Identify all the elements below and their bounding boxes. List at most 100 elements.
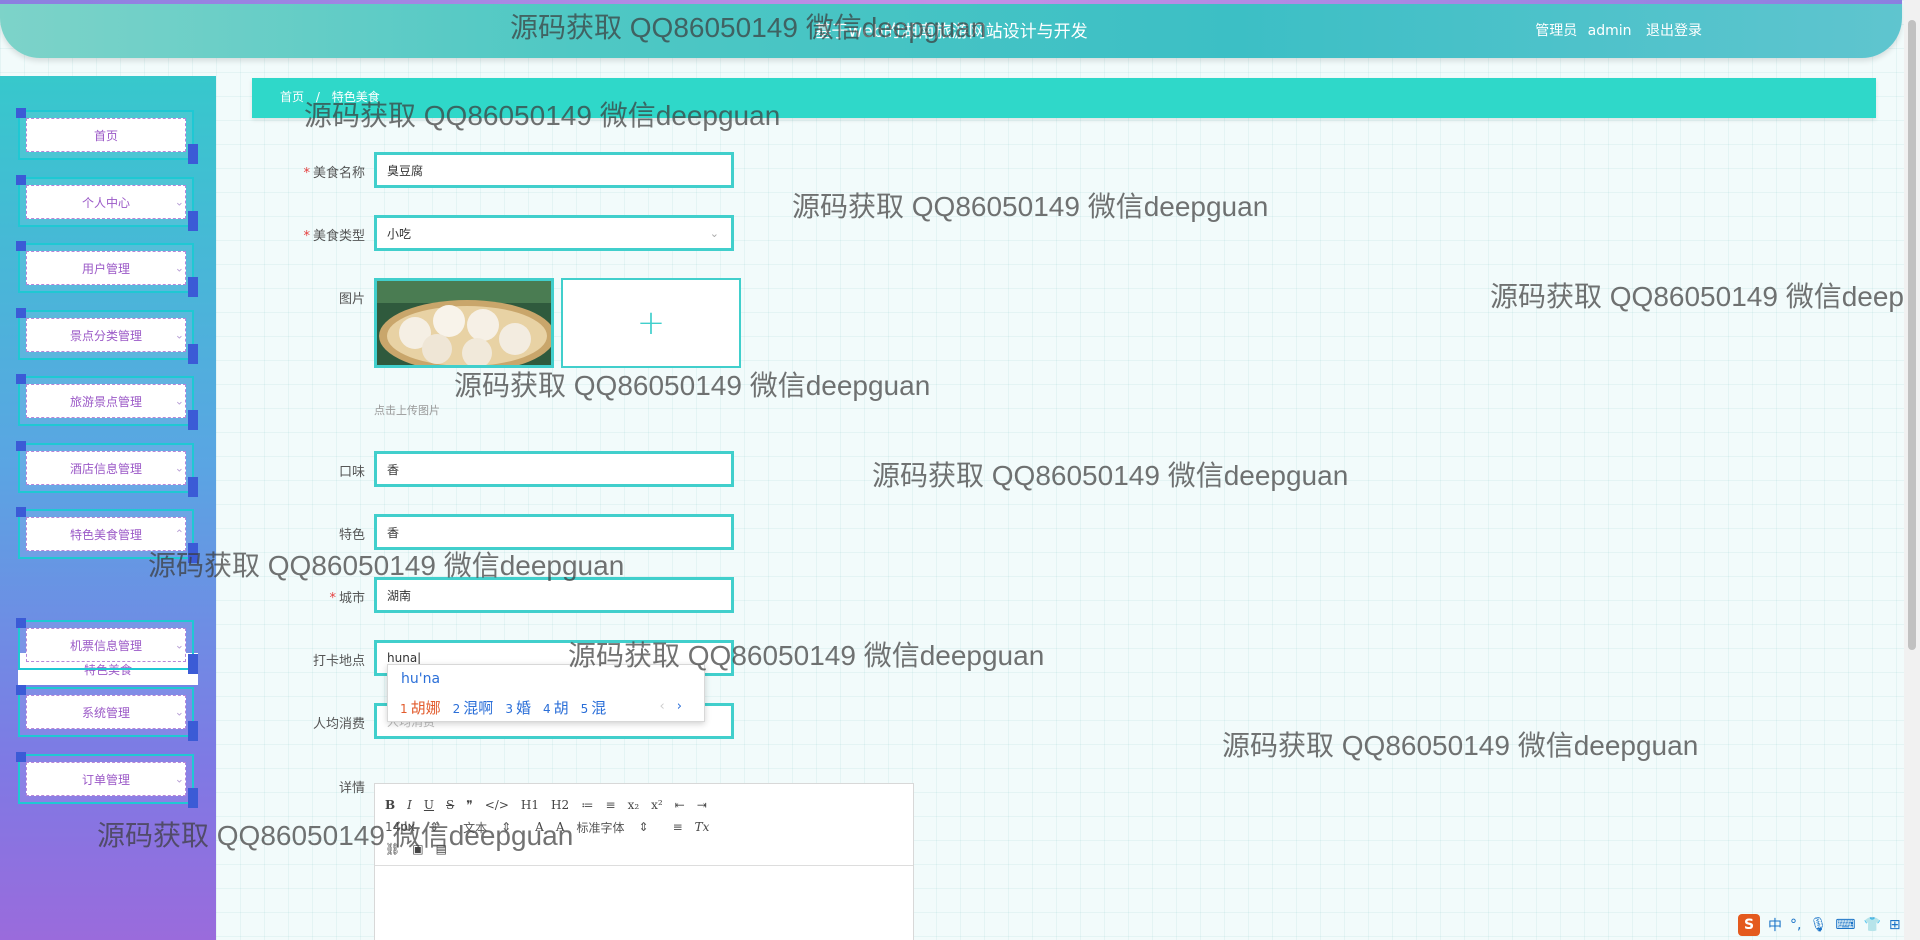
image-icon[interactable]: ▣ xyxy=(412,842,423,856)
sogou-logo-icon[interactable]: S xyxy=(1738,914,1760,936)
sidebar-item-hotels[interactable]: 酒店信息管理 ⌄ xyxy=(16,441,198,497)
video-icon[interactable]: ▤ xyxy=(436,842,447,856)
bg-color-icon[interactable]: A xyxy=(556,820,565,834)
top-header: 基于web的湖南旅游网站设计与开发 管理员 admin 退出登录 xyxy=(0,0,1902,58)
keyboard-icon[interactable]: ⌨ xyxy=(1835,917,1855,933)
ime-pinyin: hu'na xyxy=(401,671,441,687)
ime-candidate[interactable]: 3婚 xyxy=(505,697,531,718)
watermark: 源码获取 QQ86050149 微信deepguan xyxy=(872,460,1349,491)
watermark: 源码获取 QQ86050149 微信deepguan xyxy=(1222,730,1699,761)
sidebar-item-flights[interactable]: 机票信息管理 ⌄ xyxy=(16,618,198,674)
align-button[interactable]: ≡ xyxy=(673,820,683,834)
corner-decoration xyxy=(188,721,198,741)
updown-icon: ⇕ xyxy=(501,820,512,834)
microphone-icon[interactable]: 🎙 xyxy=(1809,917,1827,933)
food-name-label: * 美食名称 xyxy=(303,166,365,181)
ime-next-page[interactable]: › xyxy=(677,699,682,714)
ordered-list-button[interactable]: ≔ xyxy=(581,798,593,812)
ime-candidate[interactable]: 2 混啊 xyxy=(453,697,494,718)
required-mark: * xyxy=(303,166,310,181)
food-type-label: * 美食类型 xyxy=(303,229,365,244)
strike-button[interactable]: S xyxy=(446,798,454,812)
ime-punct[interactable]: °, xyxy=(1790,917,1801,933)
header-select[interactable]: 文本 ⇕ xyxy=(463,819,511,836)
ime-candidate[interactable]: 1 胡娜 xyxy=(400,697,441,718)
city-label: * 城市 xyxy=(329,591,365,606)
sidebar-item-spot-category[interactable]: 景点分类管理 ⌄ xyxy=(16,308,198,364)
italic-button[interactable]: I xyxy=(407,798,412,812)
corner-decoration xyxy=(16,241,26,251)
sidebar-item-spots[interactable]: 旅游景点管理 ⌄ xyxy=(16,374,198,430)
city-input[interactable]: 湖南 xyxy=(374,577,734,613)
ime-tray: S 中 °, 🎙 ⌨ 👕 ⊞ xyxy=(1730,910,1920,940)
sidebar-item-orders[interactable]: 订单管理 ⌄ xyxy=(16,752,198,808)
subscript-button[interactable]: x₂ xyxy=(628,798,640,812)
corner-decoration xyxy=(16,618,26,628)
ime-lang[interactable]: 中 xyxy=(1768,915,1782,935)
logout-link[interactable]: 退出登录 xyxy=(1646,23,1702,39)
chevron-down-icon: ⌄ xyxy=(174,705,184,719)
detail-editor[interactable]: B I U S ❞ </> H1 H2 ≔ ≡ x₂ x² ⇤ ⇥ 14px ⇕ … xyxy=(374,783,914,940)
indent-button[interactable]: ⇥ xyxy=(697,798,707,812)
vertical-scrollbar[interactable] xyxy=(1904,0,1920,940)
checkin-label: 打卡地点 xyxy=(312,654,365,669)
add-image-button[interactable]: + xyxy=(561,278,741,368)
sidebar-item-users[interactable]: 用户管理 ⌄ xyxy=(16,241,198,297)
bold-button[interactable]: B xyxy=(385,798,395,812)
font-family-select[interactable]: 标准字体 ⇕ xyxy=(576,819,648,836)
sidebar-item-system[interactable]: 系统管理 ⌄ xyxy=(16,685,198,741)
sidebar-item-label: 系统管理 xyxy=(26,695,186,729)
chevron-down-icon: ⌄ xyxy=(174,461,184,475)
corner-decoration xyxy=(188,543,198,563)
bullet-list-button[interactable]: ≡ xyxy=(606,798,616,812)
taste-label: 口味 xyxy=(338,465,365,480)
ime-candidate[interactable]: 5混 xyxy=(581,697,607,718)
code-button[interactable]: </> xyxy=(485,798,509,812)
superscript-button[interactable]: x² xyxy=(651,798,663,812)
h1-button[interactable]: H1 xyxy=(521,798,539,812)
ime-prev-page[interactable]: ‹ xyxy=(659,699,664,714)
corner-decoration xyxy=(16,752,26,762)
scrollbar-thumb[interactable] xyxy=(1908,20,1916,650)
updown-icon: ⇕ xyxy=(429,820,440,834)
required-mark: * xyxy=(329,591,336,606)
sidebar-item-label: 首页 xyxy=(26,118,186,152)
sidebar-item-label: 订单管理 xyxy=(26,762,186,796)
corner-decoration xyxy=(16,441,26,451)
uploaded-image-thumbnail[interactable] xyxy=(374,278,554,368)
taste-input[interactable]: 香 xyxy=(374,451,734,487)
corner-decoration xyxy=(16,374,26,384)
sidebar-item-label: 旅游景点管理 xyxy=(26,384,186,418)
chevron-down-icon: ⌄ xyxy=(174,772,184,786)
h2-button[interactable]: H2 xyxy=(551,798,569,812)
sidebar-item-label: 机票信息管理 xyxy=(26,628,186,662)
corner-decoration xyxy=(16,108,26,118)
sidebar-item-label: 用户管理 xyxy=(26,251,186,285)
feature-input[interactable]: 香 xyxy=(374,514,734,550)
food-name-input[interactable]: 臭豆腐 xyxy=(374,152,734,188)
corner-decoration xyxy=(16,308,26,318)
sidebar-item-label: 特色美食管理 xyxy=(26,517,186,551)
chevron-down-icon: ⌄ xyxy=(709,226,719,240)
breadcrumb-current: 特色美食 xyxy=(331,90,380,104)
font-size-select[interactable]: 14px ⇕ xyxy=(385,820,439,834)
underline-button[interactable]: U xyxy=(424,798,434,812)
ime-candidate[interactable]: 4胡 xyxy=(543,697,569,718)
font-color-icon[interactable]: A xyxy=(535,820,544,834)
chevron-down-icon: ⌄ xyxy=(174,638,184,652)
sidebar-item-profile[interactable]: 个人中心 ⌄ xyxy=(16,175,198,231)
clear-format-button[interactable]: Tx xyxy=(695,820,710,834)
food-type-select[interactable]: 小吃 ⌄ xyxy=(374,215,734,251)
sidebar-item-food[interactable]: 特色美食管理 ⌃ xyxy=(16,507,198,563)
sidebar-item-home[interactable]: 首页 xyxy=(16,108,198,164)
link-icon[interactable]: ⛓ xyxy=(385,842,400,856)
avg-cost-label: 人均消费 xyxy=(312,717,365,732)
outdent-button[interactable]: ⇤ xyxy=(675,798,685,812)
grid-icon[interactable]: ⊞ xyxy=(1889,917,1901,933)
corner-decoration xyxy=(16,175,26,185)
skin-icon[interactable]: 👕 xyxy=(1863,917,1880,933)
chevron-up-icon: ⌃ xyxy=(174,527,184,541)
corner-decoration xyxy=(16,685,26,695)
breadcrumb-home[interactable]: 首页 xyxy=(280,90,304,104)
blockquote-button[interactable]: ❞ xyxy=(466,798,472,812)
